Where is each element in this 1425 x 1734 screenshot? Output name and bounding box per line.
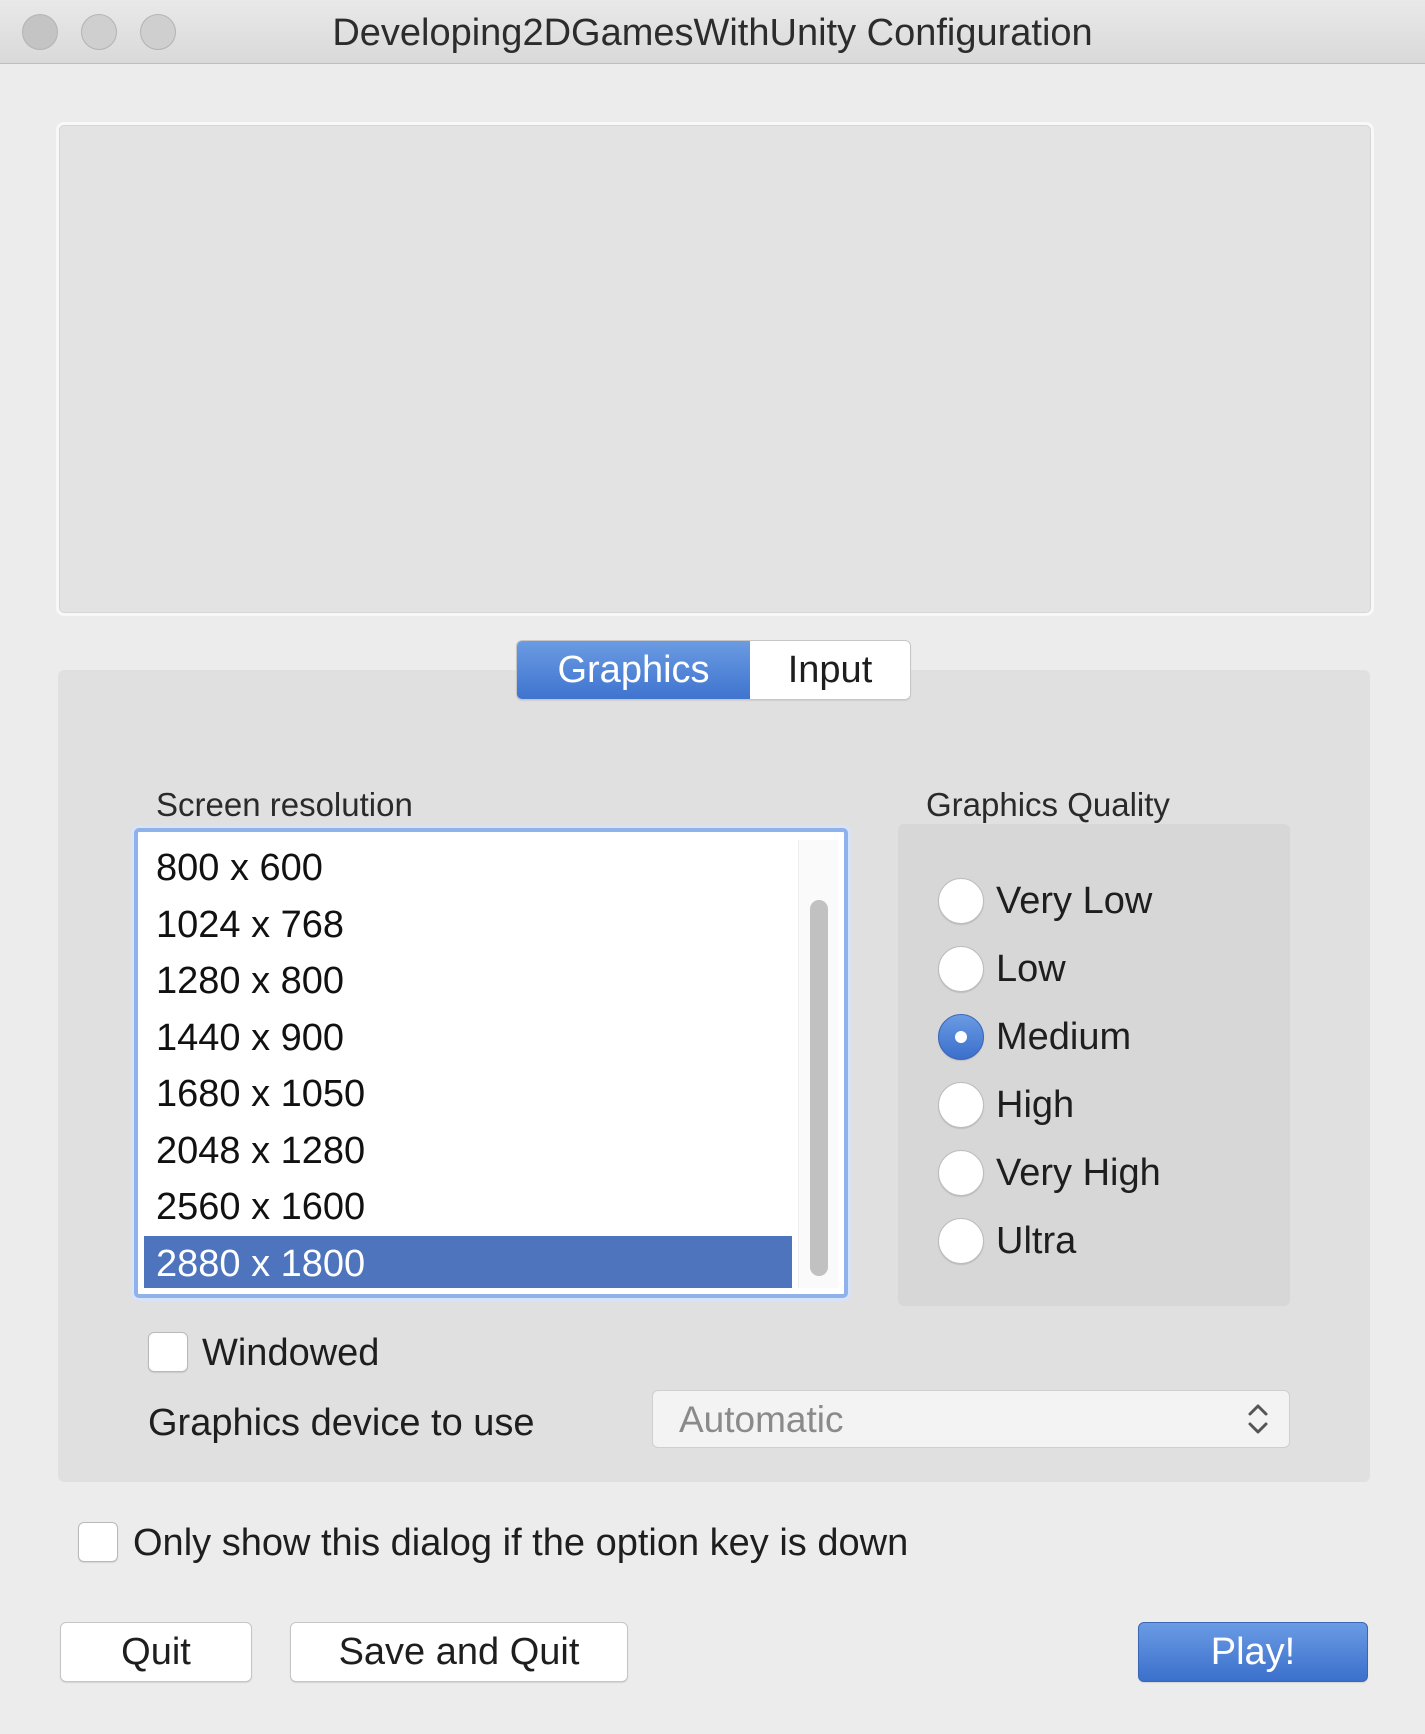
radio-selected-icon[interactable] [938,1014,984,1060]
resolution-scrollbar[interactable] [798,840,838,1288]
option-key-checkbox[interactable] [78,1522,118,1562]
tab-bar: Graphics Input [516,640,911,700]
option-key-label: Only show this dialog if the option key … [133,1522,909,1564]
resolution-option[interactable]: 800 x 600 [144,840,792,897]
quality-option-label: Ultra [996,1219,1077,1262]
radio-icon[interactable] [938,878,984,924]
radio-icon[interactable] [938,1218,984,1264]
configuration-window: Developing2DGamesWithUnity Configuration… [0,0,1425,1734]
radio-icon[interactable] [938,946,984,992]
save-and-quit-button[interactable]: Save and Quit [290,1622,628,1682]
chevron-up-down-icon [1248,1404,1268,1434]
play-button[interactable]: Play! [1138,1622,1368,1682]
scrollbar-thumb[interactable] [810,900,828,1276]
quality-option-label: High [996,1083,1075,1126]
window-title: Developing2DGamesWithUnity Configuration [332,12,1093,54]
quality-option-ultra[interactable]: Ultra [938,1216,1076,1266]
resolution-list[interactable]: 800 x 600 1024 x 768 1280 x 800 1440 x 9… [134,828,848,1298]
quality-option-label: Medium [996,1015,1132,1058]
graphics-device-value: Automatic [679,1399,844,1440]
quality-option-label: Low [996,947,1066,990]
windowed-checkbox[interactable] [148,1332,188,1372]
quality-option-very-high[interactable]: Very High [938,1148,1161,1198]
graphics-device-select[interactable]: Automatic [652,1390,1290,1448]
windowed-label: Windowed [202,1332,380,1374]
resolution-option[interactable]: 1280 x 800 [144,953,792,1010]
radio-icon[interactable] [938,1082,984,1128]
quality-option-high[interactable]: High [938,1080,1074,1130]
quality-option-low[interactable]: Low [938,944,1066,994]
resolution-option-selected[interactable]: 2880 x 1800 [144,1235,792,1288]
resolution-option[interactable]: 1680 x 1050 [144,1066,792,1123]
resolution-option[interactable]: 2560 x 1600 [144,1179,792,1236]
tab-graphics[interactable]: Graphics [517,641,750,699]
quality-option-medium[interactable]: Medium [938,1012,1131,1062]
quality-option-label: Very Low [996,879,1153,922]
radio-icon[interactable] [938,1150,984,1196]
quality-option-label: Very High [996,1151,1161,1194]
title-bar: Developing2DGamesWithUnity Configuration [0,0,1425,64]
tab-input[interactable]: Input [750,641,910,699]
resolution-option[interactable]: 1024 x 768 [144,897,792,954]
quality-option-very-low[interactable]: Very Low [938,876,1152,926]
resolution-option[interactable]: 2048 x 1280 [144,1123,792,1180]
resolution-option[interactable]: 1440 x 900 [144,1010,792,1067]
graphics-quality-group: Very Low Low Medium High Very High Ultra [898,824,1290,1306]
banner-image [56,122,1374,616]
graphics-device-label: Graphics device to use [148,1402,535,1444]
quit-button[interactable]: Quit [60,1622,252,1682]
screen-resolution-label: Screen resolution [156,786,413,823]
graphics-quality-label: Graphics Quality [926,786,1170,823]
